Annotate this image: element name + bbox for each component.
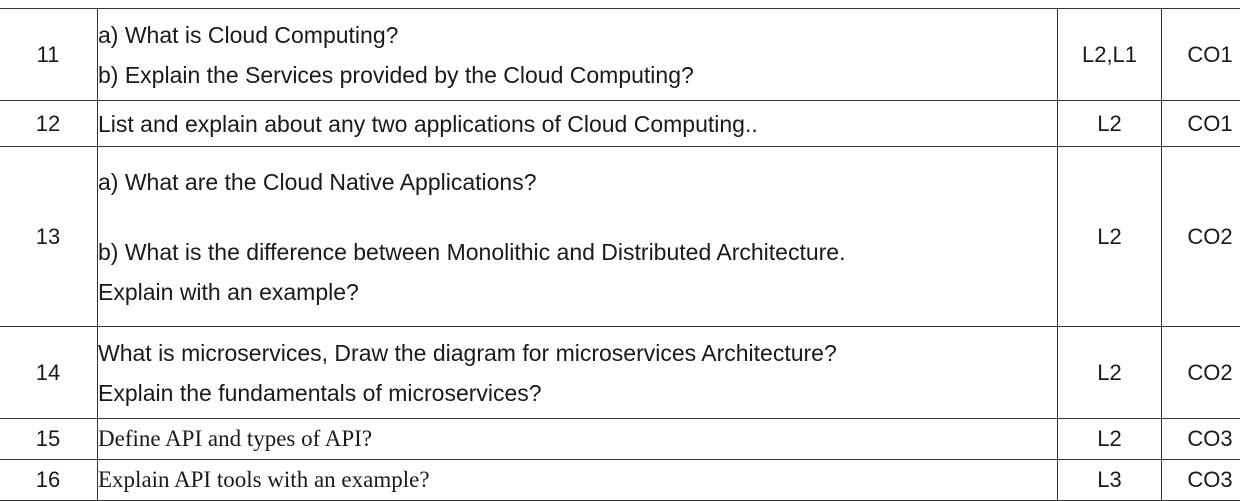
course-outcome: CO2 (1162, 147, 1240, 327)
spacer (98, 202, 1057, 232)
bloom-level: L2,L1 (1058, 9, 1162, 101)
course-outcome: CO3 (1162, 419, 1240, 460)
table-row: 13 a) What are the Cloud Native Applicat… (0, 147, 1240, 327)
question-line: b) Explain the Services provided by the … (98, 55, 1057, 95)
question-line: Explain the fundamentals of microservice… (98, 373, 1057, 413)
bloom-level: L2 (1058, 419, 1162, 460)
question-text: Explain API tools with an example? (98, 460, 1058, 501)
question-number: 15 (0, 419, 98, 460)
question-line: Explain with an example? (98, 272, 1057, 312)
question-text: a) What are the Cloud Native Application… (98, 147, 1058, 327)
question-line: List and explain about any two applicati… (98, 104, 1057, 144)
question-number: 11 (0, 9, 98, 101)
bloom-level: L2 (1058, 101, 1162, 147)
question-line: Explain API tools with an example? (98, 460, 1057, 500)
question-text: What is microservices, Draw the diagram … (98, 327, 1058, 419)
question-table: 11 a) What is Cloud Computing? b) Explai… (0, 8, 1240, 501)
course-outcome: CO1 (1162, 101, 1240, 147)
table-row: 11 a) What is Cloud Computing? b) Explai… (0, 9, 1240, 101)
course-outcome: CO3 (1162, 460, 1240, 501)
question-number: 12 (0, 101, 98, 147)
question-line: a) What are the Cloud Native Application… (98, 162, 1057, 202)
bloom-level: L3 (1058, 460, 1162, 501)
bloom-level: L2 (1058, 327, 1162, 419)
bloom-level: L2 (1058, 147, 1162, 327)
question-line: Define API and types of API? (98, 419, 1057, 459)
question-text: Define API and types of API? (98, 419, 1058, 460)
question-text: List and explain about any two applicati… (98, 101, 1058, 147)
course-outcome: CO1 (1162, 9, 1240, 101)
course-outcome: CO2 (1162, 327, 1240, 419)
table-row: 15 Define API and types of API? L2 CO3 (0, 419, 1240, 460)
question-text: a) What is Cloud Computing? b) Explain t… (98, 9, 1058, 101)
table-row: 16 Explain API tools with an example? L3… (0, 460, 1240, 501)
question-number: 13 (0, 147, 98, 327)
question-line: b) What is the difference between Monoli… (98, 232, 1057, 272)
table-row: 14 What is microservices, Draw the diagr… (0, 327, 1240, 419)
table-row: 12 List and explain about any two applic… (0, 101, 1240, 147)
question-line: a) What is Cloud Computing? (98, 15, 1057, 55)
question-number: 16 (0, 460, 98, 501)
question-line: What is microservices, Draw the diagram … (98, 333, 1057, 373)
question-number: 14 (0, 327, 98, 419)
